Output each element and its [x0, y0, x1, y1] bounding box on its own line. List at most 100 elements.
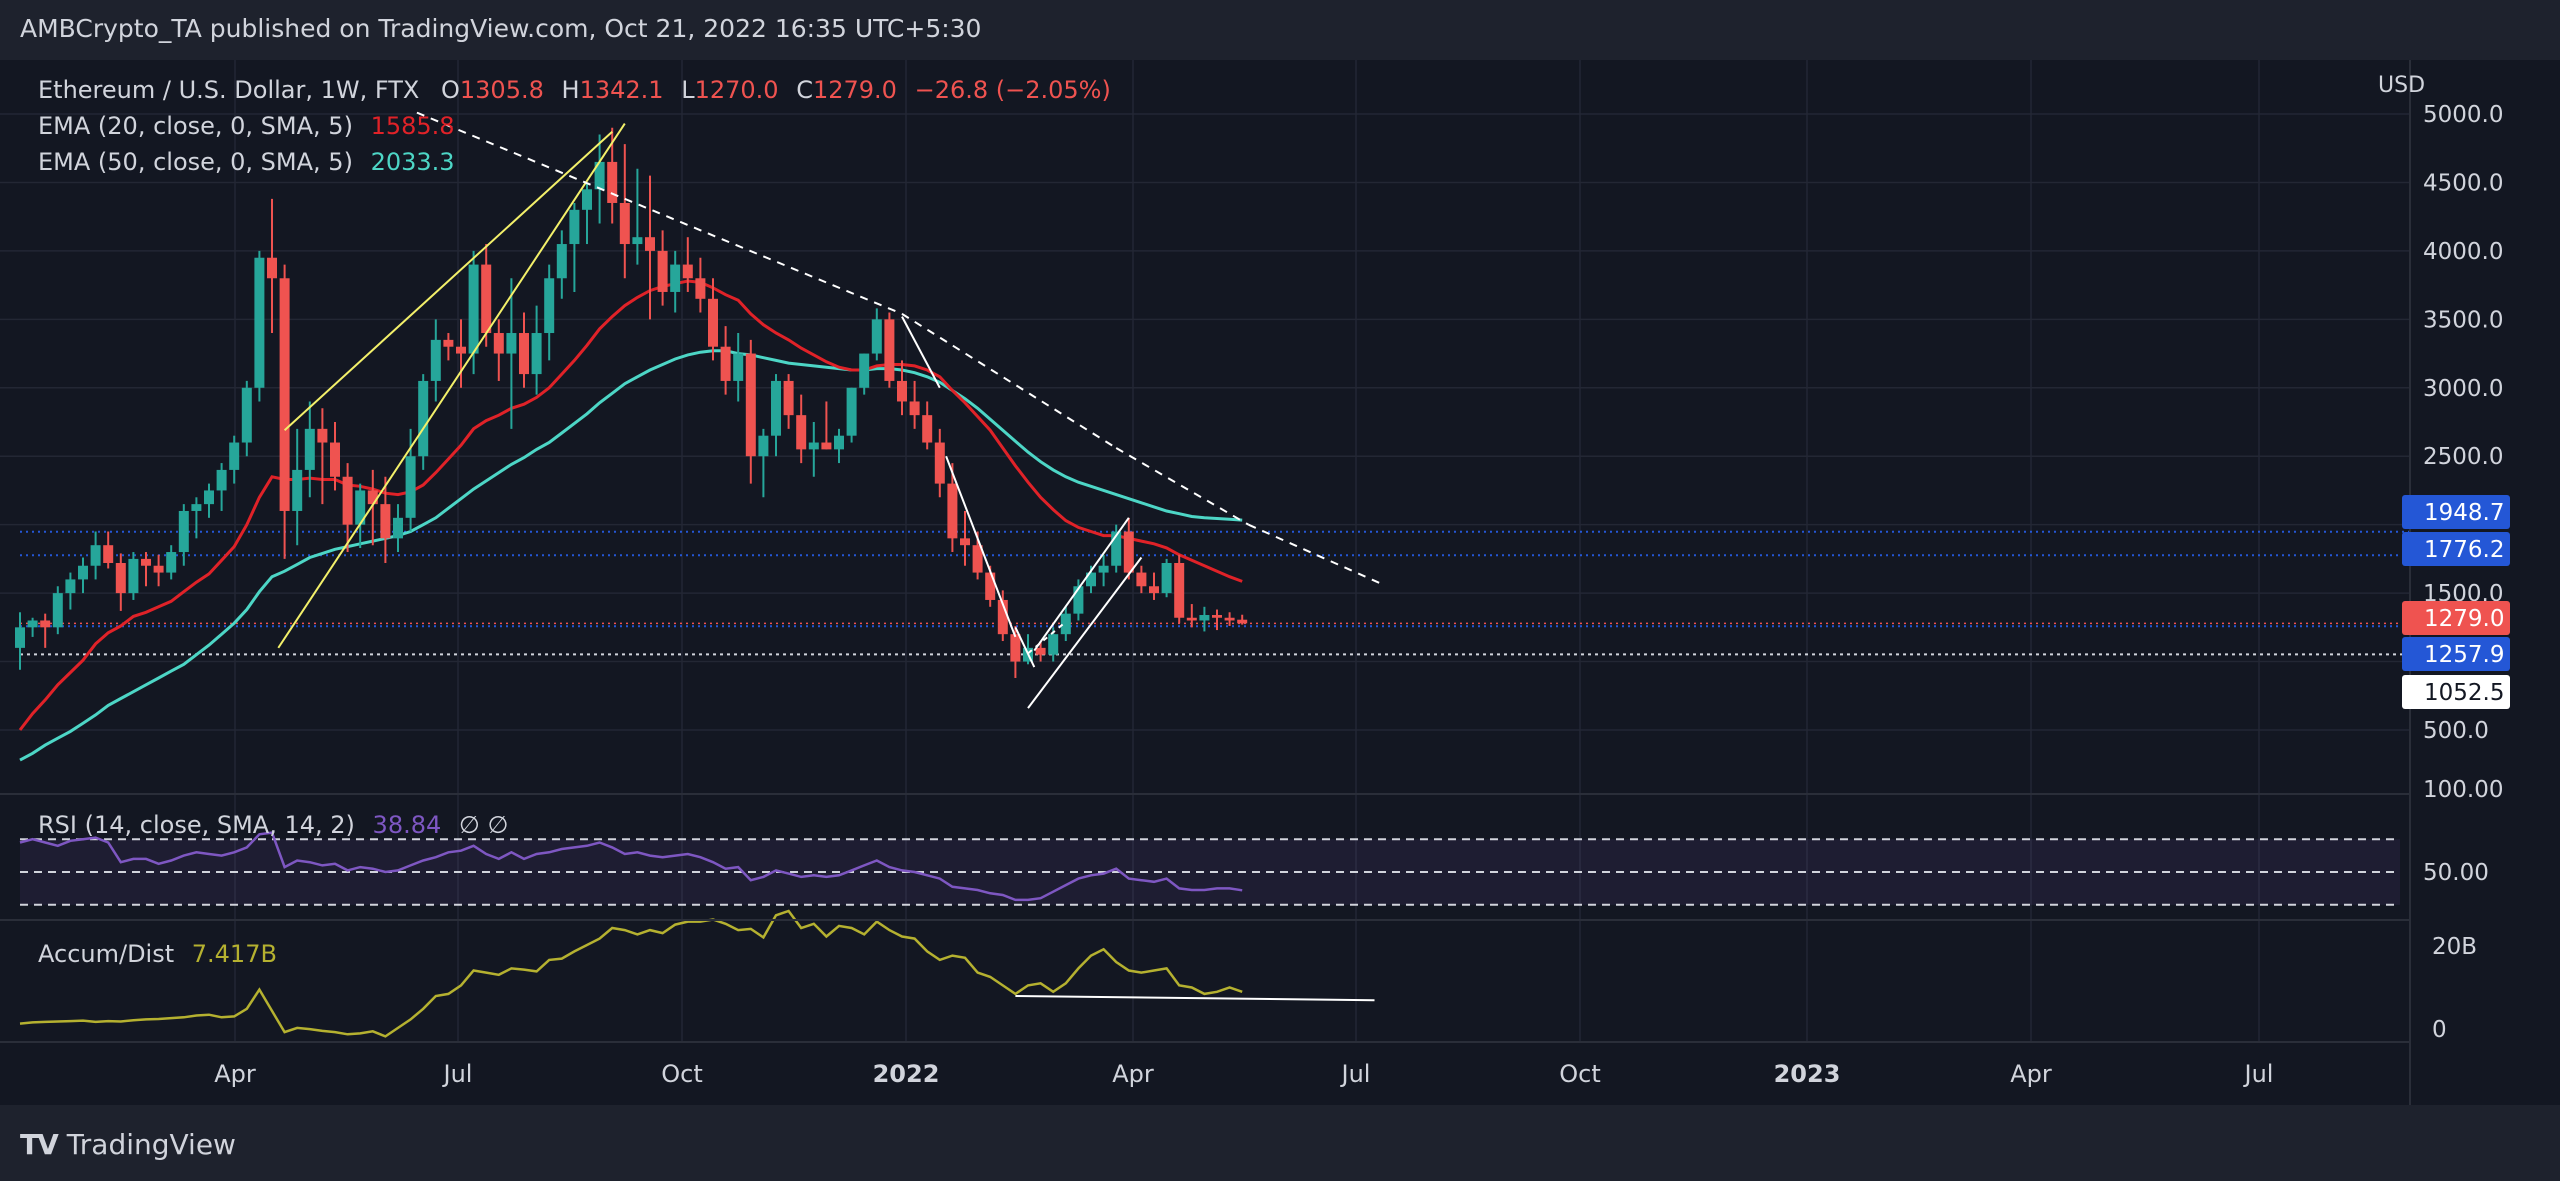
- candle[interactable]: [141, 552, 151, 587]
- fall-line-2[interactable]: [945, 455, 1017, 638]
- candle[interactable]: [103, 531, 114, 569]
- candle[interactable]: [241, 380, 252, 457]
- candle[interactable]: [947, 463, 958, 553]
- candle[interactable]: [115, 553, 126, 611]
- candle[interactable]: [645, 175, 655, 320]
- candle[interactable]: [481, 244, 492, 347]
- candle[interactable]: [1035, 641, 1046, 662]
- candle[interactable]: [1136, 565, 1147, 594]
- candle[interactable]: [393, 504, 403, 553]
- legend-ema20[interactable]: EMA (20, close, 0, SMA, 5) 1585.8: [38, 112, 455, 140]
- candle[interactable]: [670, 250, 681, 313]
- candle[interactable]: [1199, 606, 1210, 632]
- candle[interactable]: [695, 257, 706, 313]
- legend-rsi[interactable]: RSI (14, close, SMA, 14, 2) 38.84 ∅ ∅: [38, 811, 508, 839]
- ema20-series: [18, 279, 1243, 731]
- candle[interactable]: [519, 312, 529, 388]
- candle-body: [796, 415, 807, 450]
- candle[interactable]: [1149, 572, 1159, 600]
- candle[interactable]: [808, 422, 819, 477]
- candle[interactable]: [922, 401, 933, 450]
- candle[interactable]: [657, 230, 668, 306]
- time-axis-label: 2023: [1774, 1060, 1841, 1088]
- candle[interactable]: [153, 554, 164, 587]
- candle[interactable]: [544, 264, 555, 361]
- candle[interactable]: [128, 552, 139, 600]
- price-chart[interactable]: Ethereum / U.S. Dollar, 1W, FTX O1305.8 …: [0, 60, 2560, 1105]
- candle[interactable]: [304, 401, 315, 498]
- candle[interactable]: [960, 510, 970, 566]
- candle[interactable]: [733, 333, 744, 402]
- candle[interactable]: [556, 230, 567, 299]
- candle[interactable]: [783, 374, 794, 429]
- candle[interactable]: [279, 264, 290, 559]
- wedge-lower-trendline[interactable]: [277, 123, 626, 649]
- legend-symbol[interactable]: Ethereum / U.S. Dollar, 1W, FTX O1305.8 …: [38, 76, 1111, 104]
- candle[interactable]: [619, 144, 630, 279]
- candle[interactable]: [468, 250, 479, 375]
- ad-support-line[interactable]: [1015, 995, 1375, 1002]
- candle-body: [506, 333, 517, 354]
- legend-ad[interactable]: Accum/Dist 7.417B: [38, 940, 277, 968]
- ema20-line[interactable]: [18, 279, 1243, 731]
- price-tag-blue[interactable]: 1948.7: [2402, 495, 2510, 529]
- candle[interactable]: [1073, 579, 1084, 621]
- candle[interactable]: [1174, 554, 1185, 624]
- candle-body: [884, 319, 895, 381]
- candle[interactable]: [569, 202, 580, 292]
- candle[interactable]: [52, 586, 63, 635]
- candle[interactable]: [355, 483, 366, 548]
- rising-channel-upper[interactable]: [1033, 517, 1130, 652]
- candle[interactable]: [178, 504, 189, 566]
- candle[interactable]: [1237, 614, 1248, 625]
- tradingview-logo[interactable]: TV TradingView: [20, 1124, 236, 1164]
- candle[interactable]: [430, 319, 441, 402]
- candle[interactable]: [582, 182, 592, 245]
- candle[interactable]: [191, 497, 202, 539]
- wedge-upper-trendline[interactable]: [283, 131, 613, 431]
- candle[interactable]: [216, 463, 227, 511]
- candle[interactable]: [204, 483, 214, 518]
- candle[interactable]: [254, 250, 265, 402]
- price-tag-white[interactable]: 1052.5: [2402, 675, 2510, 709]
- candle-body: [733, 353, 744, 381]
- candle[interactable]: [771, 374, 781, 457]
- candle[interactable]: [166, 545, 177, 580]
- candle[interactable]: [682, 237, 693, 292]
- candle[interactable]: [720, 326, 731, 395]
- candle[interactable]: [40, 613, 51, 648]
- price-tag-red[interactable]: 1279.0: [2402, 601, 2510, 635]
- candle[interactable]: [821, 401, 832, 450]
- candle[interactable]: [443, 333, 454, 361]
- candle[interactable]: [27, 617, 38, 637]
- candle[interactable]: [267, 198, 277, 334]
- fall-line-1[interactable]: [901, 316, 941, 389]
- candle[interactable]: [90, 531, 101, 580]
- candle[interactable]: [367, 469, 378, 546]
- legend-ad-label: Accum/Dist: [38, 940, 174, 968]
- candle[interactable]: [934, 428, 945, 498]
- candle[interactable]: [594, 134, 605, 224]
- candle[interactable]: [405, 428, 416, 532]
- candle[interactable]: [229, 435, 240, 484]
- candle[interactable]: [1161, 558, 1172, 598]
- candle[interactable]: [834, 428, 844, 464]
- candle[interactable]: [65, 572, 76, 610]
- candle[interactable]: [292, 428, 303, 546]
- candle[interactable]: [78, 557, 88, 594]
- candle[interactable]: [493, 319, 504, 381]
- accum-dist-line[interactable]: [19, 909, 1243, 1038]
- price-tag-blue[interactable]: 1257.9: [2402, 637, 2510, 671]
- candle[interactable]: [758, 428, 769, 498]
- candle[interactable]: [745, 339, 756, 484]
- candle[interactable]: [871, 308, 882, 361]
- legend-ema50[interactable]: EMA (50, close, 0, SMA, 5) 2033.3: [38, 148, 455, 176]
- price-tag-blue[interactable]: 1776.2: [2402, 532, 2510, 566]
- descending-trendline-4[interactable]: [1248, 523, 1382, 585]
- chart-frame[interactable]: Ethereum / U.S. Dollar, 1W, FTX O1305.8 …: [0, 60, 2560, 1105]
- candle[interactable]: [884, 312, 895, 388]
- candle[interactable]: [796, 394, 807, 464]
- candle-body: [367, 490, 378, 505]
- candle[interactable]: [846, 387, 857, 443]
- candle[interactable]: [1186, 604, 1197, 628]
